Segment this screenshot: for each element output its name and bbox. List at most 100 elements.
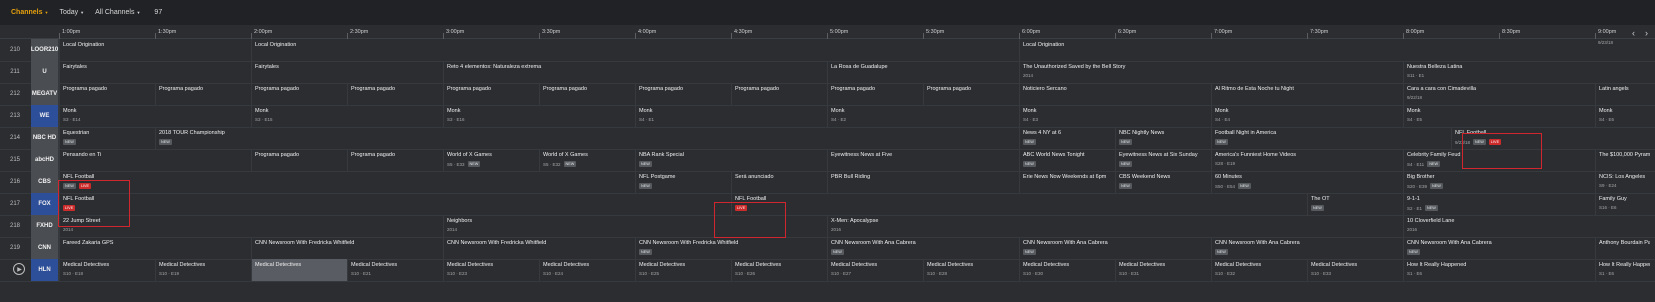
- program-cell[interactable]: Neighbors 2014: [443, 215, 827, 237]
- program-cell[interactable]: Programa pagado: [635, 83, 731, 105]
- chevron-left-icon[interactable]: ‹: [1632, 28, 1635, 38]
- program-cell[interactable]: World of X Games S5 · E33 NEW: [443, 149, 539, 171]
- program-cell[interactable]: Será anunciado: [731, 171, 827, 193]
- channel-logo[interactable]: WE: [31, 105, 59, 127]
- program-cell[interactable]: Medical Detectives S10 · E27: [827, 259, 923, 281]
- program-cell[interactable]: Monk S3 · E14: [59, 105, 251, 127]
- program-cell[interactable]: Medical Detectives S10 · E23: [443, 259, 539, 281]
- program-cell[interactable]: Programa pagado: [731, 83, 827, 105]
- program-cell[interactable]: Monk S4 · E3: [1019, 105, 1211, 127]
- program-cell[interactable]: Medical Detectives S10 · E21: [347, 259, 443, 281]
- program-cell[interactable]: Fairytales: [59, 61, 251, 83]
- program-cell[interactable]: 60 Minutes S50 · E54 NEW: [1211, 171, 1403, 193]
- program-cell[interactable]: NFL Football NEW LIVE: [59, 171, 635, 193]
- program-cell[interactable]: News 4 NY at 6 NEW: [1019, 127, 1115, 149]
- program-cell[interactable]: Erie News Now Weekends at 6pm: [1019, 171, 1115, 193]
- channel-logo[interactable]: NBC HD: [31, 127, 59, 149]
- program-cell[interactable]: Big Brother S20 · E39 NEW: [1403, 171, 1595, 193]
- program-cell[interactable]: Pensando en Ti: [59, 149, 251, 171]
- channel-logo[interactable]: MEGATV: [31, 83, 59, 105]
- program-cell[interactable]: ABC World News Tonight NEW: [1019, 149, 1115, 171]
- program-cell[interactable]: How It Really Happened S1 · E6: [1595, 259, 1653, 281]
- program-cell[interactable]: Medical Detectives: [251, 259, 347, 281]
- program-cell[interactable]: Local Origination: [59, 39, 251, 61]
- chevron-right-icon[interactable]: ›: [1645, 28, 1648, 38]
- program-cell[interactable]: Monk S4 · E4: [1211, 105, 1403, 127]
- program-cell[interactable]: Programa pagado: [827, 83, 923, 105]
- program-cell[interactable]: NFL Postgame NEW: [635, 171, 731, 193]
- program-cell[interactable]: Al Ritmo de Esta Noche tu Night: [1211, 83, 1403, 105]
- program-cell[interactable]: World of X Games S5 · E32 NEW: [539, 149, 635, 171]
- program-cell[interactable]: 22 Jump Street 2014: [59, 215, 443, 237]
- program-cell[interactable]: CNN Newsroom With Ana Cabrera NEW: [1403, 237, 1595, 259]
- program-cell[interactable]: Medical Detectives S10 · E26: [731, 259, 827, 281]
- program-cell[interactable]: The $100,000 Pyramid: [1595, 149, 1653, 171]
- program-cell[interactable]: PBR Bull Riding: [827, 171, 1019, 193]
- program-cell[interactable]: La Rosa de Guadalupe: [827, 61, 1019, 83]
- program-cell[interactable]: Fareed Zakaria GPS: [59, 237, 251, 259]
- program-cell[interactable]: Monk S4 · E2: [827, 105, 1019, 127]
- program-cell[interactable]: Nuestra Belleza Latina S11 · E1: [1403, 61, 1595, 83]
- program-cell[interactable]: CNN Newsroom With Ana Cabrera NEW: [827, 237, 1019, 259]
- program-cell[interactable]: CNN Newsroom With Ana Cabrera NEW: [1019, 237, 1211, 259]
- program-cell[interactable]: Noticiero Sercano: [1019, 83, 1211, 105]
- program-cell[interactable]: Local Origination: [1019, 39, 1595, 61]
- program-cell[interactable]: Reto 4 elementos: Naturaleza extrema: [443, 61, 827, 83]
- date-dropdown[interactable]: Today ▼: [59, 9, 84, 16]
- program-cell[interactable]: Football Night in America NEW: [1211, 127, 1451, 149]
- program-cell[interactable]: NFL Football LIVE: [59, 193, 731, 215]
- program-cell[interactable]: NBC Nightly News NEW: [1115, 127, 1211, 149]
- program-cell[interactable]: Eyewitness News at Six Sunday NEW: [1115, 149, 1211, 171]
- program-cell[interactable]: Eyewitness News at Five: [827, 149, 1019, 171]
- program-cell[interactable]: Monk S3 · E15: [251, 105, 443, 127]
- program-cell[interactable]: Programa pagado: [251, 149, 347, 171]
- program-cell[interactable]: Anthony Bourdain Parts: [1595, 237, 1653, 259]
- channel-logo[interactable]: FXHD: [31, 215, 59, 237]
- play-button[interactable]: ▶: [13, 263, 25, 275]
- program-cell[interactable]: Programa pagado: [923, 83, 1019, 105]
- program-cell[interactable]: NFL Football 9/23/18 NEW LIVE: [1451, 127, 1653, 149]
- program-cell[interactable]: CNN Newsroom With Ana Cabrera NEW: [1211, 237, 1403, 259]
- program-cell[interactable]: Monk S4 · E6: [1595, 105, 1653, 127]
- program-cell[interactable]: NCIS: Los Angeles S9 · E24: [1595, 171, 1653, 193]
- program-cell[interactable]: Monk S4 · E1: [635, 105, 827, 127]
- program-cell[interactable]: Medical Detectives S10 · E33: [1307, 259, 1403, 281]
- channels-dropdown[interactable]: Channels ▼: [11, 9, 48, 16]
- program-cell[interactable]: Cara a cara con Cimadevilla 9/22/18: [1403, 83, 1595, 105]
- program-cell[interactable]: Latin angels: [1595, 83, 1653, 105]
- program-cell[interactable]: CNN Newsroom With Fredricka Whitfield NEW: [635, 237, 827, 259]
- program-cell[interactable]: CNN Newsroom With Fredricka Whitfield: [443, 237, 635, 259]
- program-cell[interactable]: Programa pagado: [539, 83, 635, 105]
- program-cell[interactable]: The OT NEW: [1307, 193, 1403, 215]
- program-cell[interactable]: America's Funniest Home Videos S28 · E19: [1211, 149, 1403, 171]
- channel-logo[interactable]: CNN: [31, 237, 59, 259]
- program-cell[interactable]: Medical Detectives S10 · E19: [155, 259, 251, 281]
- program-cell[interactable]: 2018 TOUR Championship NEW: [155, 127, 1019, 149]
- program-cell[interactable]: Programa pagado: [347, 149, 443, 171]
- channel-logo[interactable]: U: [31, 61, 59, 83]
- channel-logo[interactable]: LOOR210: [31, 39, 59, 61]
- program-cell[interactable]: Family Guy S16 · E6: [1595, 193, 1653, 215]
- program-cell[interactable]: CNN Newsroom With Fredricka Whitfield: [251, 237, 443, 259]
- program-cell[interactable]: Programa pagado: [347, 83, 443, 105]
- program-cell[interactable]: 10 Cloverfield Lane 2016: [1403, 215, 1653, 237]
- program-cell[interactable]: 9-1-1 S2 · E1 NEW: [1403, 193, 1595, 215]
- program-cell[interactable]: Celebrity Family Feud S4 · E11 NEW: [1403, 149, 1595, 171]
- program-cell[interactable]: Medical Detectives S10 · E32: [1211, 259, 1307, 281]
- channel-filter-dropdown[interactable]: All Channels ▼: [95, 9, 140, 16]
- program-cell[interactable]: Local Origination: [251, 39, 1019, 61]
- program-cell[interactable]: Medical Detectives S10 · E28: [923, 259, 1019, 281]
- channel-logo[interactable]: CBS: [31, 171, 59, 193]
- program-cell[interactable]: Equestrian NEW: [59, 127, 155, 149]
- program-cell[interactable]: Monk S4 · E5: [1403, 105, 1595, 127]
- program-cell[interactable]: NFL Football LIVE: [731, 193, 1307, 215]
- program-cell[interactable]: NBA Rank Special NEW: [635, 149, 827, 171]
- program-cell[interactable]: Medical Detectives S10 · E18: [59, 259, 155, 281]
- program-cell[interactable]: Medical Detectives S10 · E30: [1019, 259, 1115, 281]
- program-cell[interactable]: How It Really Happened S1 · E6: [1403, 259, 1595, 281]
- program-cell[interactable]: Programa pagado: [59, 83, 155, 105]
- program-cell[interactable]: Programa pagado: [155, 83, 251, 105]
- program-cell[interactable]: Medical Detectives S10 · E25: [635, 259, 731, 281]
- program-cell[interactable]: The Unauthorized Saved by the Bell Story…: [1019, 61, 1403, 83]
- program-cell[interactable]: Medical Detectives S10 · E24: [539, 259, 635, 281]
